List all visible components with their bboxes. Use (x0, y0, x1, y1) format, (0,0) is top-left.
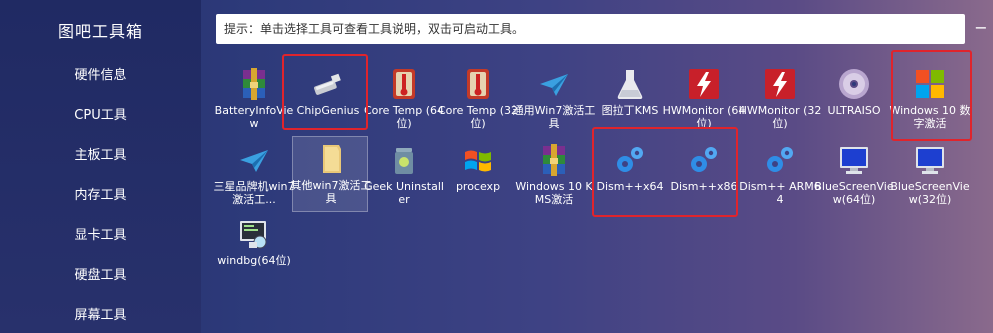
tool-label: BatteryInfoView (214, 104, 294, 130)
tool-label: Windows 10 数字激活 (889, 104, 971, 130)
windows-flag-icon (465, 150, 491, 172)
tool-label: BlueScreenView(32位) (890, 180, 970, 206)
tool-label: procexp (455, 180, 501, 193)
gears-icon (617, 147, 643, 172)
tool-label: Core Temp (32位) (437, 104, 519, 130)
tool-geek-uninstaller[interactable]: Geek Uninstaller (364, 138, 444, 214)
paper-plane-icon (540, 74, 568, 96)
tool-label: Dism++x64 (596, 180, 664, 193)
tool-procexp[interactable]: procexp (440, 138, 516, 214)
winrar-archive-icon (543, 144, 565, 176)
tool-label: 三星品牌机win7激活工... (213, 180, 295, 206)
tool-chipgenius[interactable]: ChipGenius (290, 62, 366, 138)
app-window: 图吧工具箱 硬件信息 CPU工具 主板工具 内存工具 显卡工具 硬盘工具 屏幕工… (0, 0, 993, 333)
tool-other-win7-activators[interactable]: 其他win7激活工具 (290, 136, 372, 212)
thermometer-icon (393, 69, 415, 99)
tool-dism-arm64[interactable]: Dism++ ARM64 (739, 138, 821, 214)
flask-icon (617, 70, 643, 99)
tool-label: ChipGenius (296, 104, 360, 117)
tool-windbg-64[interactable]: windbg(64位) (216, 212, 292, 288)
thermometer-icon (467, 69, 489, 99)
tool-bluescreenview-64[interactable]: BlueScreenView(64位) (814, 138, 894, 214)
debugger-monitor-icon (240, 221, 267, 249)
monitor-icon (916, 147, 944, 174)
tool-hwmonitor-64[interactable]: HWMonitor (64位) (663, 62, 745, 138)
folder-icon (323, 145, 341, 173)
tool-label: 其他win7激活工具 (290, 179, 372, 205)
tool-label: Dism++x86 (670, 180, 738, 193)
tool-label: windbg(64位) (217, 254, 291, 267)
tool-windows10-kms[interactable]: Windows 10 KMS激活 (515, 138, 593, 214)
paper-plane-icon (240, 150, 268, 172)
tool-label: BlueScreenView(64位) (814, 180, 894, 206)
winrar-archive-icon (243, 68, 265, 100)
tool-windows10-digital-activation[interactable]: Windows 10 数字激活 (889, 62, 971, 138)
tool-grid: BatteryInfoView ChipGenius Core Temp (64… (0, 0, 993, 333)
tool-label: Core Temp (64位) (363, 104, 445, 130)
tool-hwmonitor-32[interactable]: HWMonitor (32位) (739, 62, 821, 138)
tool-core-temp-32[interactable]: Core Temp (32位) (438, 62, 518, 138)
tool-label: Geek Uninstaller (364, 180, 444, 206)
tool-label: HWMonitor (32位) (738, 104, 822, 130)
tool-tuladin-kms[interactable]: 图拉丁KMS (592, 62, 668, 138)
hwmonitor-icon (765, 69, 795, 99)
tool-core-temp-64[interactable]: Core Temp (64位) (364, 62, 444, 138)
usb-drive-icon (314, 73, 341, 95)
windows-logo-icon (916, 70, 944, 98)
monitor-icon (840, 147, 868, 174)
tool-dism-x64[interactable]: Dism++x64 (592, 138, 668, 214)
tool-label: 图拉丁KMS (601, 104, 659, 117)
tool-batteryinfoview[interactable]: BatteryInfoView (215, 62, 293, 138)
tool-bluescreenview-32[interactable]: BlueScreenView(32位) (890, 138, 970, 214)
trash-can-icon (395, 148, 413, 174)
tool-label: Dism++ ARM64 (739, 180, 821, 206)
gears-icon (691, 147, 717, 172)
tool-ultraiso[interactable]: ULTRAISO (816, 62, 892, 138)
tool-label: 通用Win7激活工具 (512, 104, 596, 130)
tool-label: Windows 10 KMS激活 (515, 180, 593, 206)
tool-label: ULTRAISO (827, 104, 881, 117)
gears-icon (767, 147, 793, 172)
tool-dism-x86[interactable]: Dism++x86 (666, 138, 742, 214)
disc-icon (839, 69, 869, 99)
hwmonitor-icon (689, 69, 719, 99)
tool-samsung-win7-activator[interactable]: 三星品牌机win7激活工... (213, 138, 295, 214)
tool-label: HWMonitor (64位) (662, 104, 746, 130)
tool-win7-activator[interactable]: 通用Win7激活工具 (513, 62, 595, 138)
